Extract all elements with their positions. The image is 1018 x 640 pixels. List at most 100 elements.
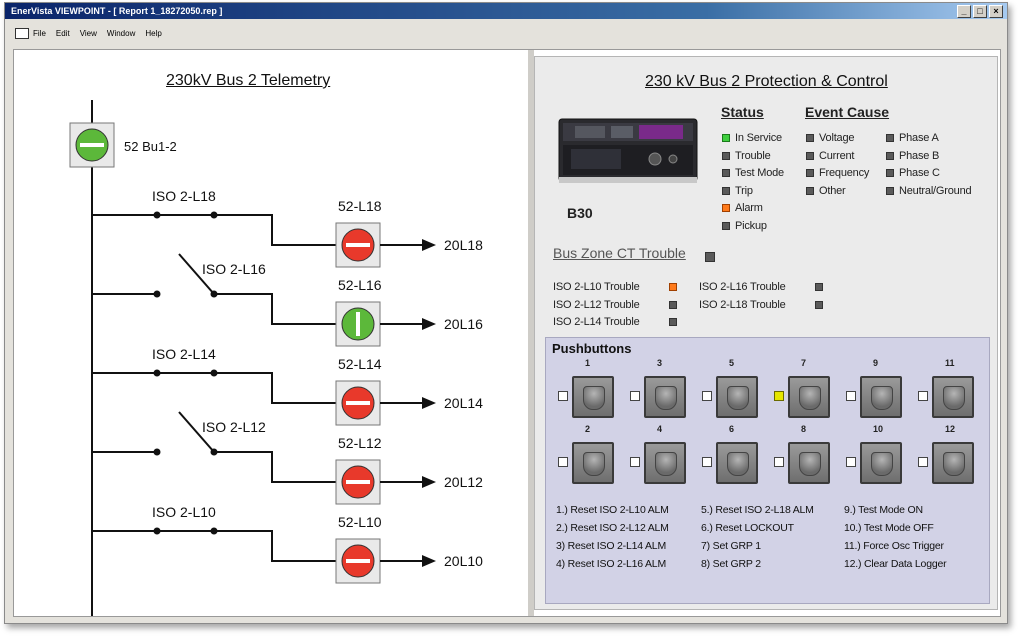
pushbutton-2[interactable] bbox=[572, 442, 614, 484]
status-label-3: Trip bbox=[735, 184, 753, 197]
telemetry-panel: 230kV Bus 2 Telemetry 52 Bu1-2 ISO 2-L18 5… bbox=[14, 50, 528, 616]
feeder-20l10-conductor bbox=[214, 530, 336, 562]
menu-file[interactable]: File bbox=[33, 29, 46, 38]
pushbutton-3-checkbox[interactable] bbox=[630, 391, 640, 401]
feeder-20l16-line-label: 20L16 bbox=[444, 316, 483, 332]
b30-relay-image bbox=[558, 118, 698, 183]
event-led-2 bbox=[806, 169, 814, 177]
pushbutton-6-checkbox[interactable] bbox=[702, 457, 712, 467]
status-label-2: Test Mode bbox=[735, 167, 784, 179]
feeder-20l18-breaker-label: 52-L18 bbox=[338, 198, 382, 214]
pushbutton-9-checkbox[interactable] bbox=[846, 391, 856, 401]
feeder-20l16-conductor bbox=[214, 293, 336, 325]
phase-led-2 bbox=[886, 169, 894, 177]
pushbutton-4[interactable] bbox=[644, 442, 686, 484]
feeder-20l16-breaker-state-bar bbox=[356, 312, 360, 336]
pushbutton-7-number: 7 bbox=[801, 358, 807, 368]
one-line-diagram: 52 Bu1-2 ISO 2-L18 52-L18 20L18 ISO 2-L16 52-… bbox=[69, 100, 483, 616]
event-label-2: Frequency bbox=[819, 167, 870, 179]
pushbutton-11-number: 11 bbox=[945, 358, 955, 368]
pushbutton-legend-item: 10.) Test Mode OFF bbox=[844, 522, 934, 534]
menu-help[interactable]: Help bbox=[145, 29, 161, 38]
pushbutton-8-number: 8 bbox=[801, 424, 807, 434]
protection-panel: 230 kV Bus 2 Protection & Control B30 St… bbox=[534, 56, 998, 610]
feeder-20l14-breaker[interactable] bbox=[335, 380, 381, 426]
feeder-20l16-breaker-label: 52-L16 bbox=[338, 277, 382, 293]
pushbutton-5-number: 5 bbox=[729, 358, 735, 368]
menu-bar: File Edit View Window Help bbox=[5, 21, 1007, 45]
feeder-20l12-iso-label: ISO 2-L12 bbox=[202, 419, 266, 435]
close-button[interactable]: × bbox=[989, 5, 1003, 18]
status-label-4: Alarm bbox=[735, 202, 763, 214]
main-breaker-state-bar bbox=[80, 143, 104, 147]
status-header: Status bbox=[721, 104, 764, 120]
pushbutton-2-checkbox[interactable] bbox=[558, 457, 568, 467]
pushbuttons-area: Pushbuttons 1 3 5 7 9 11 2 4 6 8 10 12 1.) Reset ISO… bbox=[545, 337, 990, 604]
pushbutton-3[interactable] bbox=[644, 376, 686, 418]
pushbutton-4-checkbox[interactable] bbox=[630, 457, 640, 467]
pushbutton-5[interactable] bbox=[716, 376, 758, 418]
phase-label-1: Phase B bbox=[899, 149, 940, 162]
feeder-20l10-breaker[interactable] bbox=[335, 538, 381, 584]
pushbutton-11-checkbox[interactable] bbox=[918, 391, 928, 401]
menu-window[interactable]: Window bbox=[107, 29, 135, 38]
pushbutton-1-number: 1 bbox=[585, 358, 591, 368]
pushbutton-10-checkbox[interactable] bbox=[846, 457, 856, 467]
event-led-0 bbox=[806, 134, 814, 142]
maximize-button[interactable]: □ bbox=[973, 5, 987, 18]
pushbutton-3-number: 3 bbox=[657, 358, 663, 368]
pushbutton-1-checkbox[interactable] bbox=[558, 391, 568, 401]
pushbutton-4-number: 4 bbox=[657, 424, 663, 434]
feeder-20l12-breaker[interactable] bbox=[335, 459, 381, 505]
feeder-20l12-iso-contact-a bbox=[153, 448, 161, 456]
status-led-3 bbox=[722, 186, 730, 195]
feeder-20l12-line-label: 20L12 bbox=[444, 474, 483, 490]
pushbutton-legend-item: 5.) Reset ISO 2-L18 ALM bbox=[701, 504, 814, 516]
shield-icon bbox=[871, 386, 893, 410]
pushbutton-11[interactable] bbox=[932, 376, 974, 418]
feeder-20l18-breaker[interactable] bbox=[335, 222, 381, 268]
window-title: EnerVista VIEWPOINT - [ Report 1_1827205… bbox=[11, 6, 223, 16]
pushbutton-9[interactable] bbox=[860, 376, 902, 418]
pushbutton-10[interactable] bbox=[860, 442, 902, 484]
minimize-button[interactable]: _ bbox=[957, 5, 971, 18]
menu-view[interactable]: View bbox=[80, 29, 97, 38]
report-canvas: 230kV Bus 2 Telemetry 52 Bu1-2 ISO 2-L18 5… bbox=[13, 49, 1001, 617]
pushbutton-12-checkbox[interactable] bbox=[918, 457, 928, 467]
event-label-3: Other bbox=[819, 184, 846, 197]
phase-led-1 bbox=[886, 151, 894, 160]
feeder-20l10-arrow-icon bbox=[422, 555, 436, 567]
bus-zone-ct-title: Bus Zone CT Trouble bbox=[553, 245, 686, 261]
pushbutton-legend-item: 1.) Reset ISO 2-L10 ALM bbox=[556, 504, 669, 516]
phase-label-2: Phase C bbox=[899, 167, 940, 179]
feeder-20l10-iso-label: ISO 2-L10 bbox=[152, 504, 216, 520]
pushbutton-8-checkbox[interactable] bbox=[774, 457, 784, 467]
device-label: B30 bbox=[567, 205, 593, 221]
pushbutton-1[interactable] bbox=[572, 376, 614, 418]
shield-icon bbox=[943, 386, 965, 410]
feeder-20l16-breaker[interactable] bbox=[335, 301, 381, 347]
event-led-3 bbox=[806, 186, 814, 195]
pushbutton-9-number: 9 bbox=[873, 358, 879, 368]
pushbutton-12[interactable] bbox=[932, 442, 974, 484]
feeder-20l12-conductor bbox=[214, 451, 336, 483]
document-icon[interactable] bbox=[15, 27, 29, 39]
shield-icon bbox=[943, 452, 965, 476]
window-controls: _ □ × bbox=[957, 5, 1003, 18]
pushbutton-legend-item: 11.) Force Osc Trigger bbox=[844, 540, 944, 552]
status-led-1 bbox=[722, 151, 730, 160]
pushbutton-7-checkbox[interactable] bbox=[774, 391, 784, 401]
event-cause-header: Event Cause bbox=[805, 104, 890, 120]
phase-label-0: Phase A bbox=[899, 132, 939, 144]
pushbutton-5-checkbox[interactable] bbox=[702, 391, 712, 401]
feeder-20l10-breaker-label: 52-L10 bbox=[338, 514, 382, 530]
feeder-20l16-iso-contact-a bbox=[153, 290, 161, 298]
pushbutton-8[interactable] bbox=[788, 442, 830, 484]
feeder-20l16-arrow-icon bbox=[422, 318, 436, 330]
ct-trouble-label-2: ISO 2-L14 Trouble bbox=[553, 316, 640, 328]
pushbutton-6[interactable] bbox=[716, 442, 758, 484]
pushbutton-7[interactable] bbox=[788, 376, 830, 418]
menu-edit[interactable]: Edit bbox=[56, 29, 70, 38]
feeder-20l12-breaker-label: 52-L12 bbox=[338, 435, 382, 451]
pushbutton-legend-item: 6.) Reset LOCKOUT bbox=[701, 522, 794, 534]
